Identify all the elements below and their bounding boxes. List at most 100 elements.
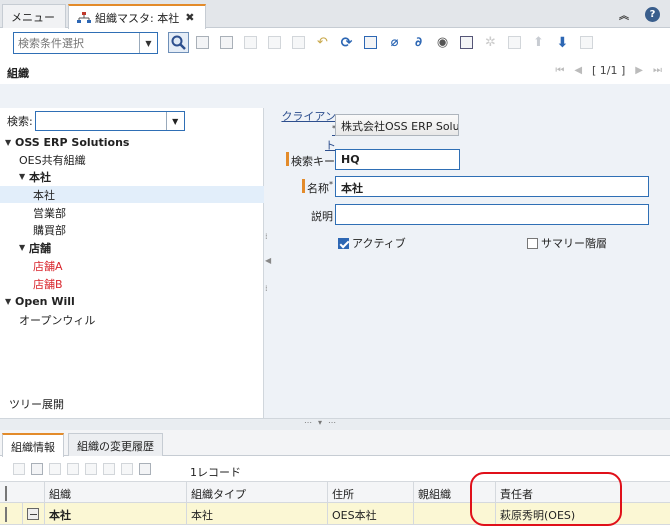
tab-organization-history[interactable]: 組織の変更履歴: [68, 433, 163, 456]
column-header-parent-org[interactable]: 親組織: [413, 482, 495, 504]
main-toolbar: ▼ ↶ ⟳ ⌀ ∂ ◉ ✲ ⬆ ⬇: [0, 29, 670, 59]
search-key-field[interactable]: HQ: [335, 149, 460, 170]
client-label[interactable]: クライアン* ト: [280, 108, 336, 153]
tree-node-open-will-org[interactable]: オープンウィル: [0, 311, 264, 328]
tree-node-sales[interactable]: 営業部: [0, 204, 264, 221]
tree-expand-toggle[interactable]: ツリー展開: [9, 396, 64, 412]
table-row[interactable]: 本社 本社 OES本社 萩原秀明(OES): [0, 503, 670, 525]
cell-parent-org[interactable]: [413, 503, 495, 525]
tree-node-store-a[interactable]: 店舗A: [0, 257, 264, 274]
previous-record-icon[interactable]: ⬆: [528, 32, 549, 53]
chevron-down-icon[interactable]: ▼: [139, 33, 157, 53]
cell-org-type[interactable]: 本社: [186, 503, 327, 525]
tree-node-oss[interactable]: ▼ OSS ERP Solutions: [0, 134, 264, 151]
copy-icon[interactable]: [216, 32, 237, 53]
chevron-down-icon[interactable]: ▼: [165, 112, 184, 130]
client-value-button[interactable]: 株式会社OSS ERP Solu: [335, 114, 459, 136]
edit-row-icon[interactable]: [31, 463, 43, 475]
expand-icon[interactable]: ▼: [5, 297, 15, 306]
first-record-icon[interactable]: ⏮: [555, 65, 564, 76]
archive-icon[interactable]: [456, 32, 477, 53]
help-icon[interactable]: ?: [645, 7, 660, 22]
tree-node-headquarters[interactable]: 本社: [0, 186, 264, 203]
checkbox-checked-icon[interactable]: [338, 237, 349, 249]
detail-toolbar: 1レコード: [0, 459, 670, 481]
tree-search-input[interactable]: [36, 112, 166, 130]
tab-organization-label: 組織マスタ: 本社: [95, 11, 180, 25]
organization-grid: 組織 組織タイプ 住所 親組織 責任者 本社 本社 OES本社 萩原秀明(OES…: [0, 481, 670, 525]
vertical-splitter[interactable]: ⁞ ◀ ⁞: [264, 108, 272, 418]
collapse-header-icon[interactable]: ︽: [619, 7, 629, 22]
column-header-org-type[interactable]: 組織タイプ: [186, 482, 327, 504]
search-query-input[interactable]: [14, 33, 139, 53]
last-record-icon[interactable]: ⏭: [653, 65, 662, 76]
tree-node-headquarters-group[interactable]: ▼ 本社: [0, 168, 264, 185]
tree-search-label: 検索:: [7, 115, 33, 128]
row-edit-icon[interactable]: [22, 503, 44, 525]
customize-icon[interactable]: [103, 463, 115, 475]
attachment-icon[interactable]: ⌀: [384, 32, 405, 53]
tree-search-combo[interactable]: ▼: [34, 111, 185, 131]
save-row-icon[interactable]: [49, 463, 61, 475]
delete-icon[interactable]: [288, 32, 309, 53]
description-label: 説明: [311, 210, 333, 223]
expand-icon[interactable]: ▼: [5, 138, 15, 147]
cell-address[interactable]: OES本社: [327, 503, 413, 525]
export-icon[interactable]: [121, 463, 133, 475]
summary-checkbox[interactable]: サマリー階層: [527, 235, 607, 251]
search-query-combo[interactable]: ▼: [13, 32, 158, 54]
name-field[interactable]: 本社: [335, 176, 649, 197]
tree-node-stores[interactable]: ▼ 店舗: [0, 239, 264, 256]
tab-menu-label: メニュー: [11, 10, 55, 24]
next-page-icon[interactable]: ▶: [635, 65, 643, 76]
drag-handle-icon[interactable]: ⁞: [265, 232, 268, 241]
column-header-org[interactable]: 組織: [44, 482, 186, 504]
delete-row-icon[interactable]: [67, 463, 79, 475]
tree-node-oes-shared[interactable]: OES共有組織: [0, 151, 264, 168]
new-row-icon[interactable]: [13, 463, 25, 475]
prev-record-icon[interactable]: ◀: [574, 65, 582, 76]
cell-org[interactable]: 本社: [44, 503, 186, 525]
active-checkbox[interactable]: アクティブ: [338, 235, 406, 251]
column-header-address[interactable]: 住所: [327, 482, 413, 504]
organization-tree-panel: 検索: ▼ ▼ OSS ERP Solutions OES共有組織 ▼ 本社 本…: [0, 108, 264, 418]
org-tree-icon: [77, 11, 91, 24]
process-icon[interactable]: ✲: [480, 32, 501, 53]
page-indicator: [ 1/1 ]: [592, 64, 626, 77]
save-icon[interactable]: [240, 32, 261, 53]
print-icon[interactable]: [504, 32, 525, 53]
checkbox-unchecked-icon[interactable]: [527, 237, 538, 249]
cell-supervisor[interactable]: 萩原秀明(OES): [495, 503, 670, 525]
name-label: 名称*: [307, 180, 333, 195]
select-all-checkbox[interactable]: [0, 482, 22, 504]
close-tab-icon[interactable]: ✖: [185, 11, 194, 24]
save-new-icon[interactable]: [264, 32, 285, 53]
grid-toggle-icon[interactable]: [360, 32, 381, 53]
chat-icon[interactable]: ∂: [408, 32, 429, 53]
undo-icon[interactable]: ↶: [312, 32, 333, 53]
expand-icon[interactable]: ▼: [19, 243, 29, 252]
tab-organization-info[interactable]: 組織情報: [2, 433, 64, 457]
next-record-icon[interactable]: ⬇: [552, 32, 573, 53]
refresh-icon[interactable]: ⟳: [336, 32, 357, 53]
search-icon[interactable]: [168, 32, 189, 53]
splitter-handle-icon[interactable]: ⋯▾⋯: [304, 418, 342, 427]
description-field[interactable]: [335, 204, 649, 225]
copy-row-icon[interactable]: [85, 463, 97, 475]
tree-node-store-b[interactable]: 店舗B: [0, 275, 264, 292]
row-checkbox[interactable]: [0, 503, 22, 525]
record-detail-form: クライアン* ト 株式会社OSS ERP Solu 検索キー HQ 名称* 本社…: [272, 108, 670, 418]
tab-menu[interactable]: メニュー: [2, 4, 66, 28]
drag-handle-icon[interactable]: ⁞: [265, 284, 268, 293]
tab-organization-master[interactable]: 組織マスタ: 本社 ✖: [68, 4, 206, 29]
zoom-across-icon[interactable]: ◉: [432, 32, 453, 53]
expand-icon[interactable]: ▼: [19, 172, 29, 181]
tree-node-purchasing[interactable]: 購買部: [0, 221, 264, 238]
tree-node-open-will[interactable]: ▼ Open Will: [0, 293, 264, 310]
column-header-supervisor[interactable]: 責任者: [495, 482, 670, 504]
collapse-left-icon[interactable]: ◀: [265, 256, 271, 265]
new-record-icon[interactable]: [192, 32, 213, 53]
more-icon[interactable]: [576, 32, 597, 53]
horizontal-splitter[interactable]: ⋯▾⋯: [0, 418, 670, 430]
form-view-icon[interactable]: [139, 463, 151, 475]
